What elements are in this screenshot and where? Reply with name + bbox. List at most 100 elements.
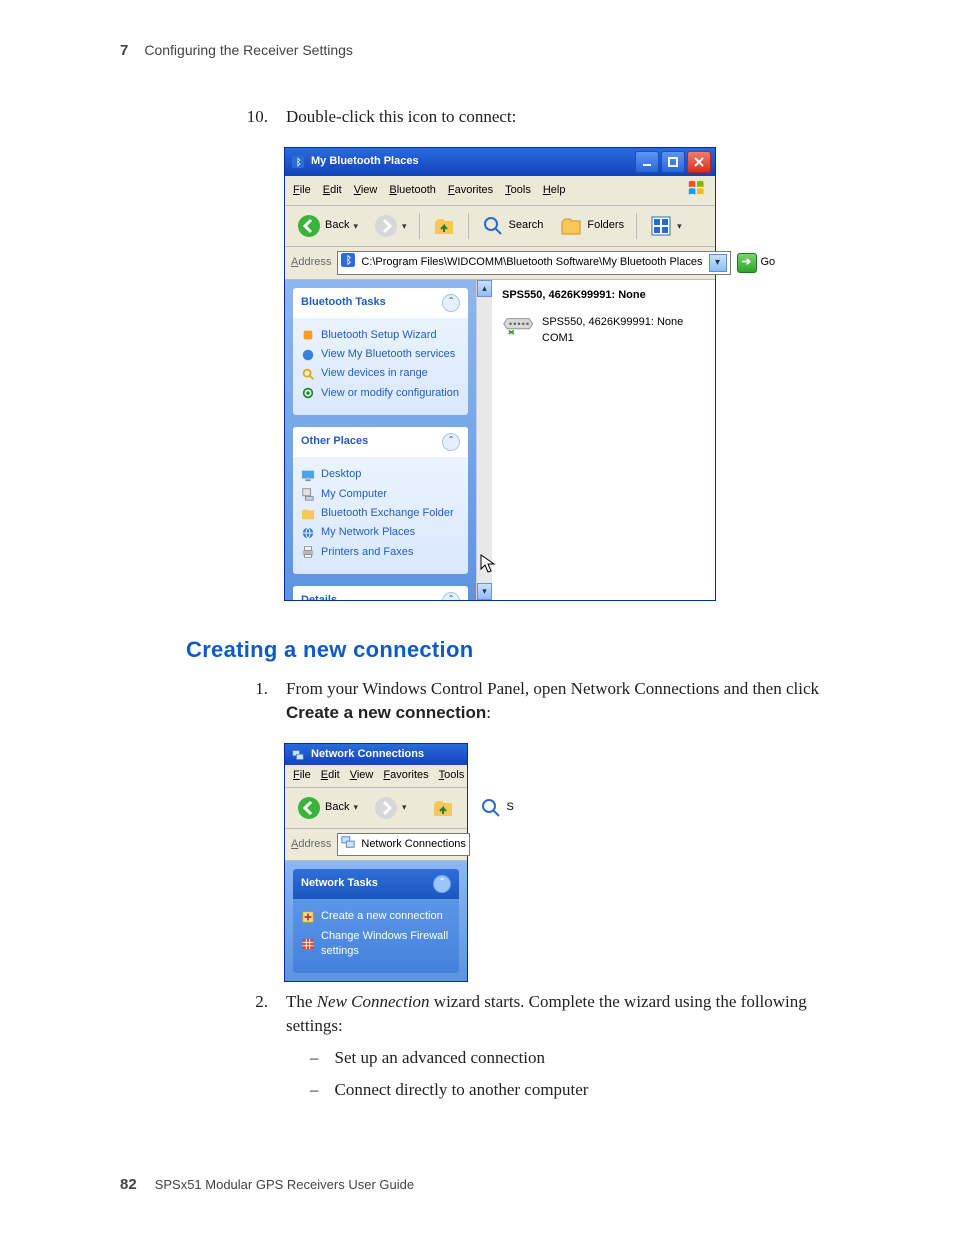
device-item[interactable]: SPS550, 4626K99991: None COM1 [498, 313, 709, 356]
dash: – [310, 1078, 319, 1102]
step-text: Double-click this icon to connect: [286, 105, 834, 129]
device-name: SPS550, 4626K99991: None [542, 315, 683, 330]
network-connections-icon [291, 748, 305, 762]
place-my-computer[interactable]: My Computer [301, 487, 460, 502]
task-label: Change Windows Firewall settings [321, 929, 451, 960]
firewall-icon [301, 937, 315, 951]
collapse-button[interactable]: ˆ [442, 294, 460, 312]
network-icon [301, 526, 315, 540]
menu-file[interactable]: File [293, 183, 311, 198]
step-number: 10. [240, 105, 268, 129]
group-header: Bluetooth Tasks [301, 295, 386, 310]
address-path[interactable]: C:\Program Files\WIDCOMM\Bluetooth Softw… [361, 255, 702, 270]
gear-icon [301, 386, 315, 400]
address-label: Address [291, 837, 331, 852]
bluetooth-icon [291, 155, 305, 169]
window-titlebar[interactable]: My Bluetooth Places [285, 148, 715, 176]
task-change-firewall[interactable]: Change Windows Firewall settings [301, 929, 451, 960]
section-heading: Creating a new connection [186, 635, 834, 666]
task-label: View My Bluetooth services [321, 347, 455, 362]
network-connections-icon [341, 835, 355, 854]
close-button[interactable] [687, 151, 711, 173]
printer-icon [301, 545, 315, 559]
address-dropdown[interactable]: ▾ [709, 254, 727, 272]
up-folder-button[interactable] [425, 793, 461, 823]
screenshot-network-connections: Network Connections File Edit View Favor… [284, 743, 834, 982]
menu-bluetooth[interactable]: Bluetooth [389, 183, 436, 198]
place-bt-exchange[interactable]: Bluetooth Exchange Folder [301, 506, 460, 521]
back-button[interactable]: Back ▾ [291, 793, 364, 823]
place-printers[interactable]: Printers and Faxes [301, 545, 460, 560]
book-title: SPSx51 Modular GPS Receivers User Guide [155, 1176, 414, 1194]
place-desktop[interactable]: Desktop [301, 467, 460, 482]
task-modify-config[interactable]: View or modify configuration [301, 386, 460, 401]
search-icon [301, 367, 315, 381]
menu-favorites[interactable]: Favorites [383, 768, 428, 783]
chevron-down-icon[interactable]: ▾ [353, 220, 358, 233]
wizard-icon [301, 328, 315, 342]
task-label: View or modify configuration [321, 386, 459, 401]
address-bar: Address Network Connections [285, 829, 467, 861]
folders-button[interactable]: Folders [553, 211, 630, 241]
search-button[interactable]: S [473, 793, 520, 823]
forward-button[interactable]: ▾ [368, 793, 413, 823]
window-title: Network Connections [311, 747, 424, 762]
up-folder-button[interactable] [426, 211, 462, 241]
minimize-button[interactable] [635, 151, 659, 173]
step-1: 1. From your Windows Control Panel, open… [240, 677, 834, 725]
separator [636, 213, 637, 239]
scrollbar-vertical[interactable]: ▴ ▾ [476, 280, 492, 600]
content-area[interactable]: SPS550, 4626K99991: None SPS550, 4626K99… [492, 280, 715, 600]
menu-edit[interactable]: Edit [321, 768, 340, 783]
menu-view[interactable]: View [350, 768, 374, 783]
device-port: COM1 [542, 331, 683, 346]
task-view-services[interactable]: View My Bluetooth services [301, 347, 460, 362]
task-create-connection[interactable]: Create a new connection [301, 909, 451, 924]
menu-view[interactable]: View [354, 183, 378, 198]
place-label: Desktop [321, 467, 361, 482]
chevron-down-icon[interactable]: ▾ [402, 801, 407, 814]
new-connection-icon [301, 910, 315, 924]
task-label: Bluetooth Setup Wizard [321, 328, 437, 343]
menu-tools[interactable]: Tools [505, 183, 531, 198]
chevron-down-icon[interactable]: ▾ [677, 220, 682, 233]
menu-help[interactable]: Help [543, 183, 566, 198]
maximize-button[interactable] [661, 151, 685, 173]
views-button[interactable]: ▾ [643, 211, 688, 241]
place-network[interactable]: My Network Places [301, 525, 460, 540]
scroll-down-button[interactable]: ▾ [477, 583, 492, 600]
address-bar: Address C:\Program Files\WIDCOMM\Bluetoo… [285, 247, 715, 279]
task-bluetooth-setup-wizard[interactable]: Bluetooth Setup Wizard [301, 328, 460, 343]
scroll-up-button[interactable]: ▴ [477, 280, 492, 297]
collapse-button[interactable]: ˆ [442, 592, 460, 599]
serial-port-icon [502, 315, 536, 346]
search-label: Search [509, 218, 544, 233]
back-button[interactable]: Back ▾ [291, 211, 364, 241]
go-icon: ➔ [737, 253, 757, 273]
chevron-down-icon[interactable]: ▾ [402, 220, 407, 233]
task-group-network: Network Tasks ˆ Create a new connection … [293, 869, 459, 973]
separator [468, 213, 469, 239]
step-number: 1. [240, 677, 268, 725]
substep-connect-directly: – Connect directly to another computer [310, 1078, 834, 1102]
cursor-icon [480, 554, 496, 574]
search-button[interactable]: Search [475, 211, 550, 241]
menu-favorites[interactable]: Favorites [448, 183, 493, 198]
menu-file[interactable]: File [293, 768, 311, 783]
services-icon [301, 348, 315, 362]
address-text[interactable]: Network Connections [361, 837, 466, 852]
menu-tools[interactable]: Tools [439, 768, 465, 783]
step-text-part: From your Windows Control Panel, open Ne… [286, 679, 819, 698]
chevron-down-icon[interactable]: ▾ [353, 801, 358, 814]
task-view-devices[interactable]: View devices in range [301, 366, 460, 381]
menu-edit[interactable]: Edit [323, 183, 342, 198]
forward-button[interactable]: ▾ [368, 211, 413, 241]
collapse-button[interactable]: ˆ [442, 433, 460, 451]
bluetooth-icon [341, 253, 355, 272]
window-titlebar[interactable]: Network Connections [285, 744, 467, 765]
collapse-button[interactable]: ˆ [433, 875, 451, 893]
go-button[interactable]: ➔ Go [737, 253, 776, 273]
task-label: View devices in range [321, 366, 428, 381]
step-number: 2. [240, 990, 268, 1109]
page-footer: 82 SPSx51 Modular GPS Receivers User Gui… [120, 1174, 414, 1195]
